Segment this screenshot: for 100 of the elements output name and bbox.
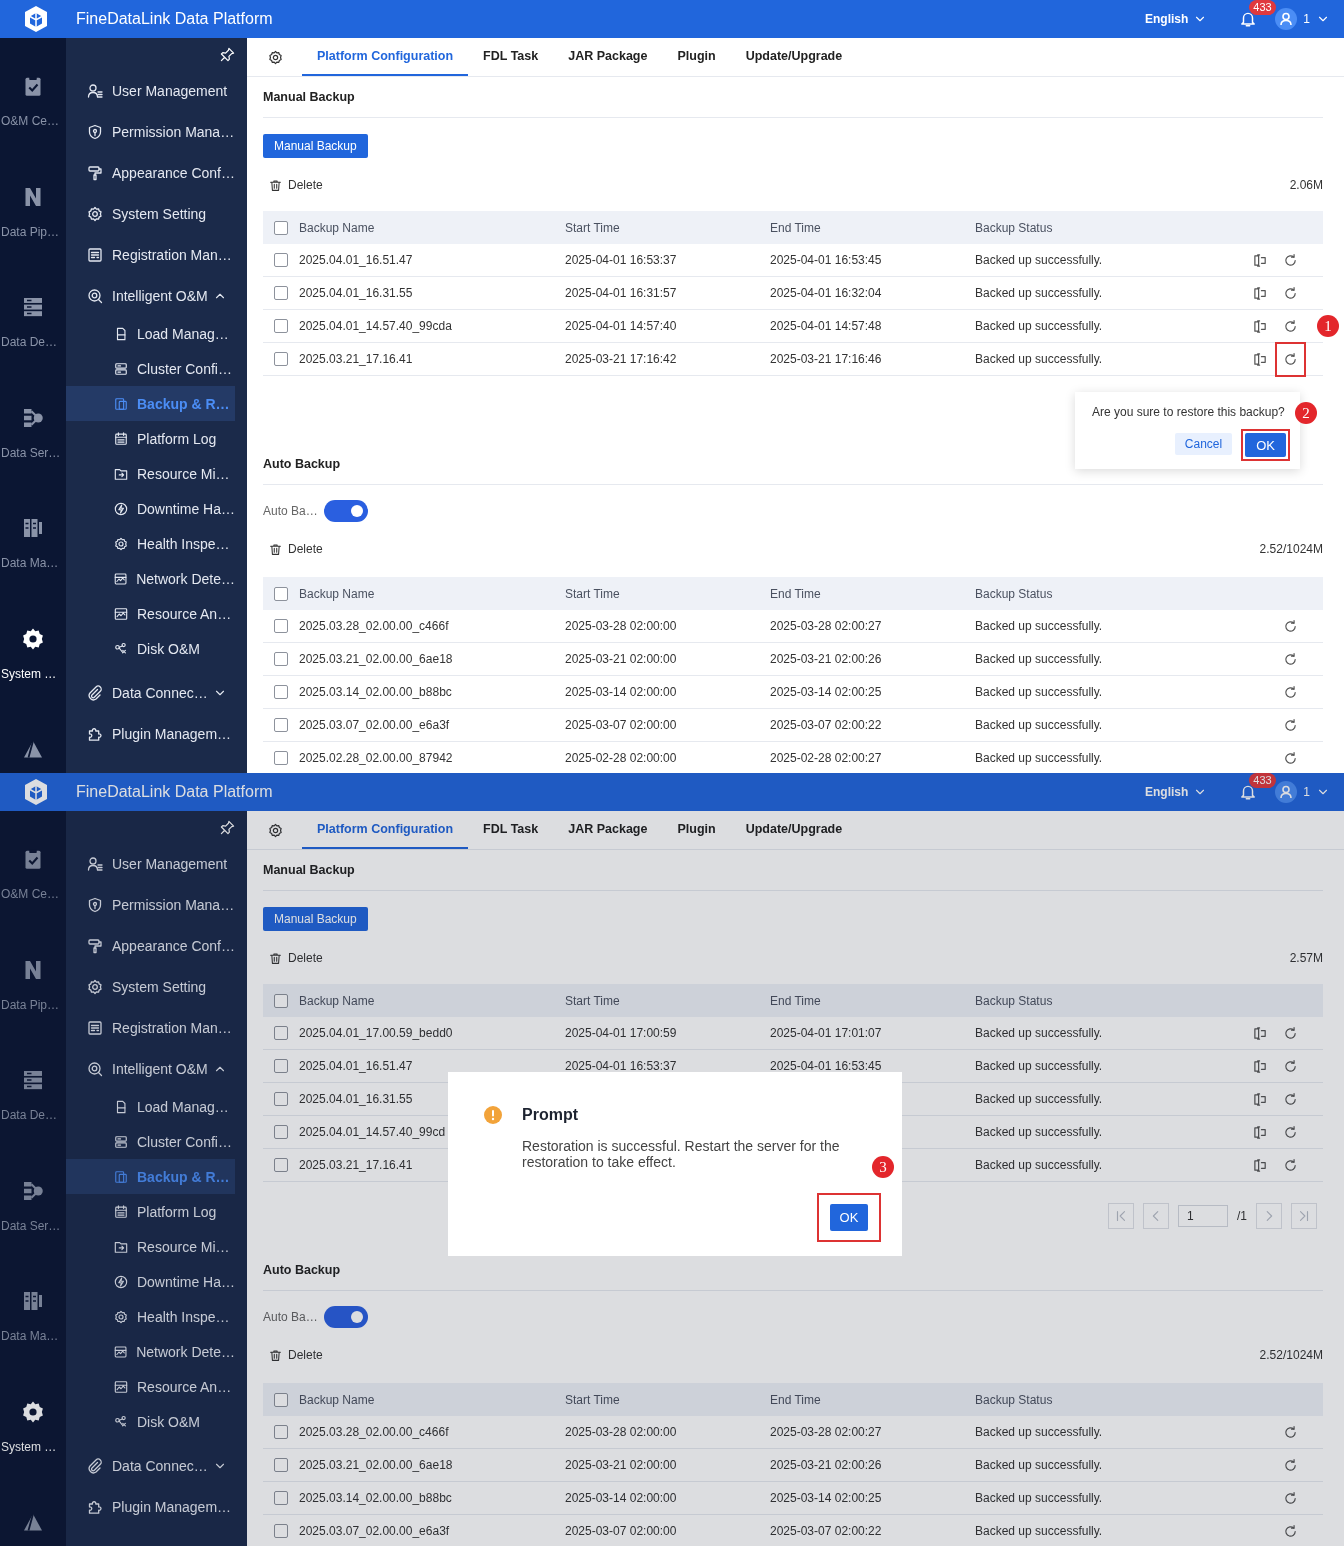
checkbox[interactable] xyxy=(274,586,288,601)
tab[interactable]: Update/Upgrade xyxy=(730,38,858,76)
refresh-icon[interactable] xyxy=(1283,1523,1298,1539)
refresh-icon[interactable] xyxy=(1283,252,1298,268)
tab[interactable]: JAR Package xyxy=(553,811,663,849)
tab[interactable]: FDL Task xyxy=(468,811,554,849)
tab[interactable]: Platform Configuration xyxy=(302,811,469,849)
checkbox[interactable] xyxy=(274,1524,288,1538)
bell-icon[interactable] xyxy=(1239,783,1258,801)
page-input[interactable]: 1 xyxy=(1178,1205,1228,1227)
rail-item[interactable]: Data Ser… xyxy=(0,1152,66,1264)
manual-backup-button[interactable]: Manual Backup xyxy=(263,134,368,158)
refresh-icon[interactable] xyxy=(1283,684,1298,700)
rail-item[interactable]: O&M Ce… xyxy=(0,821,66,932)
toggle-switch[interactable] xyxy=(323,500,368,522)
split-icon[interactable] xyxy=(1253,1025,1268,1041)
rail-item[interactable]: System … xyxy=(0,1373,66,1485)
split-icon[interactable] xyxy=(1253,351,1268,367)
sidebar-item[interactable]: Plugin Managem… xyxy=(66,713,247,754)
split-icon[interactable] xyxy=(1253,1157,1268,1173)
rail-item[interactable]: Data Pip… xyxy=(0,931,66,1043)
ok-button[interactable]: OK xyxy=(830,1204,868,1231)
sidebar-item[interactable]: Health Inspe… xyxy=(66,1299,235,1334)
sidebar-item[interactable]: Cluster Confi… xyxy=(66,351,235,386)
toggle-switch[interactable] xyxy=(323,1306,368,1328)
sidebar-item[interactable]: Registration Man… xyxy=(66,234,247,275)
checkbox[interactable] xyxy=(274,1491,288,1505)
checkbox[interactable] xyxy=(274,1158,288,1172)
sidebar-item[interactable]: Data Connec… xyxy=(66,1445,247,1486)
checkbox[interactable] xyxy=(274,352,288,366)
split-icon[interactable] xyxy=(1253,1091,1268,1107)
avatar-icon[interactable] xyxy=(1275,8,1298,30)
rail-item[interactable]: Data Ser… xyxy=(0,379,66,491)
checkbox[interactable] xyxy=(274,286,288,300)
refresh-icon[interactable] xyxy=(1283,1058,1298,1074)
rail-item[interactable]: O&M Ce… xyxy=(0,48,66,159)
sidebar-item[interactable]: Resource An… xyxy=(66,1369,235,1404)
sidebar-item[interactable]: Health Inspe… xyxy=(66,526,235,561)
sidebar-item[interactable]: Plugin Managem… xyxy=(66,1486,247,1527)
settings-icon[interactable] xyxy=(268,49,283,65)
tab[interactable]: JAR Package xyxy=(553,38,663,76)
rail-item[interactable]: Data De… xyxy=(0,1042,66,1153)
sidebar-item[interactable]: Appearance Conf… xyxy=(66,925,247,966)
bell-icon[interactable] xyxy=(1239,10,1258,28)
refresh-icon[interactable] xyxy=(1283,1457,1298,1473)
tab[interactable]: FDL Task xyxy=(468,38,554,76)
sidebar-item[interactable]: Resource Mi… xyxy=(66,1229,235,1264)
pin-icon[interactable] xyxy=(220,819,235,835)
checkbox[interactable] xyxy=(274,993,288,1008)
cancel-button[interactable]: Cancel xyxy=(1174,433,1233,455)
checkbox[interactable] xyxy=(274,685,288,699)
delete-button[interactable]: Delete xyxy=(263,951,323,965)
checkbox[interactable] xyxy=(274,1059,288,1073)
refresh-icon[interactable] xyxy=(1283,651,1298,667)
split-icon[interactable] xyxy=(1253,318,1268,334)
checkbox[interactable] xyxy=(274,319,288,333)
refresh-icon[interactable] xyxy=(1283,1124,1298,1140)
user-menu[interactable]: 1 xyxy=(1303,785,1330,799)
sidebar-item[interactable]: Resource An… xyxy=(66,596,235,631)
sidebar-item[interactable]: Appearance Conf… xyxy=(66,152,247,193)
checkbox[interactable] xyxy=(274,652,288,666)
tab[interactable]: Update/Upgrade xyxy=(730,811,858,849)
rail-item[interactable]: Data De… xyxy=(0,269,66,380)
split-icon[interactable] xyxy=(1253,252,1268,268)
tab[interactable]: Platform Configuration xyxy=(302,38,469,76)
delete-button[interactable]: Delete xyxy=(263,1348,323,1362)
refresh-icon[interactable] xyxy=(1283,1025,1298,1041)
delete-button[interactable]: Delete xyxy=(263,542,323,556)
refresh-icon[interactable] xyxy=(1283,1091,1298,1107)
rail-item[interactable]: System … xyxy=(0,600,66,712)
sidebar-item[interactable]: System Setting xyxy=(66,193,247,234)
checkbox[interactable] xyxy=(274,718,288,732)
rail-item[interactable]: Data Ma… xyxy=(0,1263,66,1374)
manual-backup-button[interactable]: Manual Backup xyxy=(263,907,368,931)
refresh-icon[interactable] xyxy=(1283,618,1298,634)
avatar-icon[interactable] xyxy=(1275,781,1298,803)
sidebar-item[interactable]: Downtime Ha… xyxy=(66,491,235,526)
refresh-icon[interactable] xyxy=(1283,717,1298,733)
checkbox[interactable] xyxy=(274,220,288,235)
checkbox[interactable] xyxy=(274,1392,288,1407)
sidebar-item[interactable]: Resource Mi… xyxy=(66,456,235,491)
rail-item[interactable]: Data Ma… xyxy=(0,490,66,601)
sidebar-item[interactable]: Platform Log xyxy=(66,1194,235,1229)
checkbox[interactable] xyxy=(274,1425,288,1439)
delete-button[interactable]: Delete xyxy=(263,178,323,192)
checkbox[interactable] xyxy=(274,1458,288,1472)
refresh-icon[interactable] xyxy=(1283,285,1298,301)
language-selector[interactable]: English xyxy=(1144,785,1208,799)
refresh-icon[interactable] xyxy=(1283,318,1298,334)
ok-button[interactable]: OK xyxy=(1245,433,1286,457)
refresh-icon[interactable] xyxy=(1283,750,1298,766)
sidebar-item[interactable]: Cluster Confi… xyxy=(66,1124,235,1159)
checkbox[interactable] xyxy=(274,1125,288,1139)
sidebar-item[interactable]: Network Dete… xyxy=(66,1334,235,1369)
user-menu[interactable]: 1 xyxy=(1303,12,1330,26)
sidebar-item[interactable]: User Management xyxy=(66,70,247,111)
sidebar-item[interactable]: User Management xyxy=(66,843,247,884)
sidebar-item[interactable]: Disk O&M xyxy=(66,1404,235,1439)
sidebar-item[interactable]: Permission Mana… xyxy=(66,884,247,925)
tab[interactable]: Plugin xyxy=(662,38,731,76)
